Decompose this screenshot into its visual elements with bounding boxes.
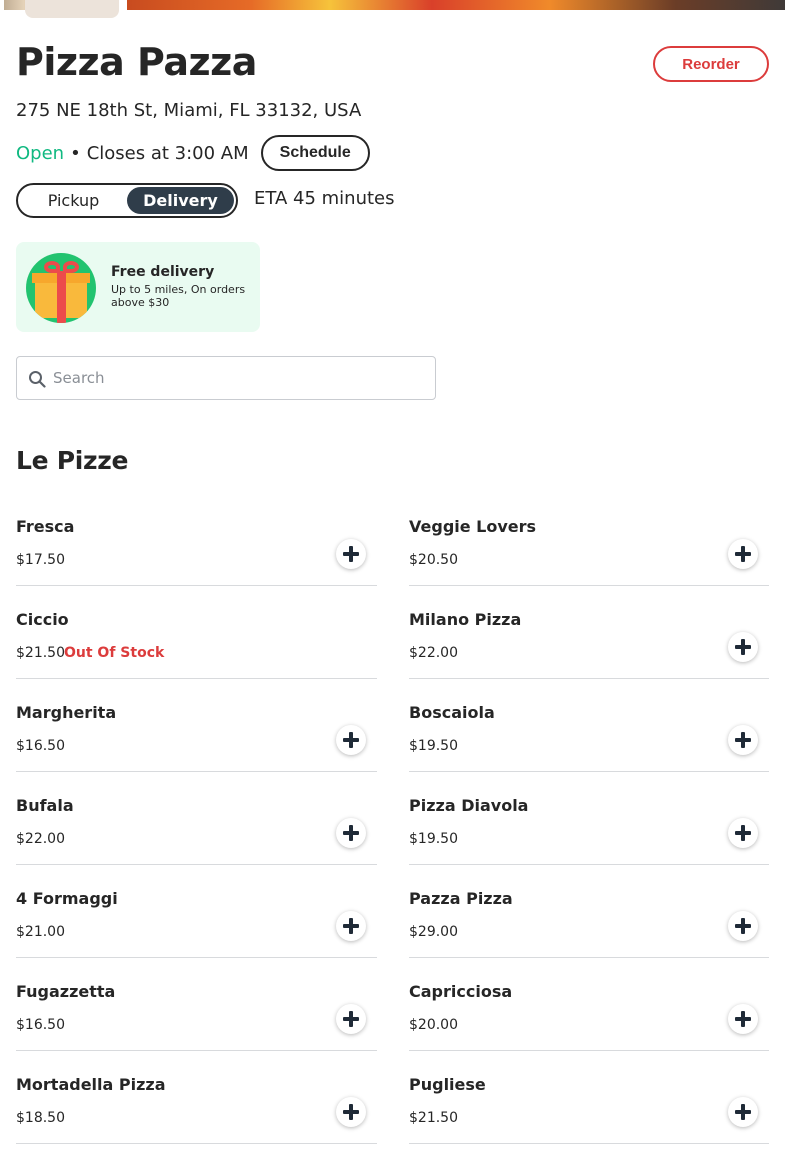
menu-item[interactable]: Pugliese $21.50: [409, 1051, 769, 1144]
page-title: Pizza Pazza: [16, 40, 257, 84]
menu-item-price: $22.00: [16, 831, 65, 847]
promo-title: Free delivery: [111, 264, 215, 280]
pickup-option[interactable]: Pickup: [20, 187, 127, 214]
menu-item-price: $17.50: [16, 552, 65, 568]
menu-item-price: $18.50: [16, 1110, 65, 1126]
fulfillment-toggle: Pickup Delivery: [16, 183, 238, 218]
menu-item-name: Boscaiola: [409, 703, 495, 722]
plus-icon: [735, 1011, 751, 1027]
gift-icon: [26, 253, 96, 323]
menu-item[interactable]: Pazza Pizza $29.00: [409, 865, 769, 958]
menu-item-price: $16.50: [16, 1017, 65, 1033]
plus-icon: [735, 825, 751, 841]
search-box: [16, 356, 436, 400]
add-to-cart-button[interactable]: [728, 1004, 758, 1034]
reorder-button[interactable]: Reorder: [653, 46, 769, 82]
menu-item-name: Fresca: [16, 517, 75, 536]
menu-item[interactable]: Mortadella Pizza $18.50: [16, 1051, 377, 1144]
menu-item-price: $19.50: [409, 738, 458, 754]
menu-item-name: Pazza Pizza: [409, 889, 513, 908]
separator-dot: •: [70, 142, 81, 164]
promo-subtitle: Up to 5 miles, On orders above $30: [111, 283, 246, 309]
banner-edge: [119, 0, 127, 10]
plus-icon: [735, 918, 751, 934]
menu-item[interactable]: Pizza Diavola $19.50: [409, 772, 769, 865]
closing-time: Closes at 3:00 AM: [86, 142, 249, 164]
menu-item[interactable]: Ciccio $21.50 Out Of Stock: [16, 586, 377, 679]
menu-grid: Fresca $17.50 Veggie Lovers $20.50 Ciccio $21…: [16, 493, 769, 1144]
plus-icon: [735, 1104, 751, 1120]
menu-item-price: $20.00: [409, 1017, 458, 1033]
plus-icon: [343, 732, 359, 748]
menu-item-price: $16.50: [16, 738, 65, 754]
menu-item[interactable]: Boscaiola $19.50: [409, 679, 769, 772]
plus-icon: [735, 639, 751, 655]
add-to-cart-button[interactable]: [336, 818, 366, 848]
open-status: Open: [16, 142, 65, 164]
menu-item-name: Pizza Diavola: [409, 796, 529, 815]
add-to-cart-button[interactable]: [336, 1097, 366, 1127]
plus-icon: [343, 1104, 359, 1120]
add-to-cart-button[interactable]: [728, 632, 758, 662]
menu-item-name: Capricciosa: [409, 982, 513, 1001]
restaurant-address: 275 NE 18th St, Miami, FL 33132, USA: [16, 100, 362, 121]
menu-item-price: $29.00: [409, 924, 458, 940]
plus-icon: [343, 1011, 359, 1027]
out-of-stock-badge: Out Of Stock: [64, 645, 165, 661]
menu-item[interactable]: Capricciosa $20.00: [409, 958, 769, 1051]
banner-edge: [0, 0, 4, 10]
menu-item[interactable]: Fresca $17.50: [16, 493, 377, 586]
plus-icon: [735, 732, 751, 748]
menu-item[interactable]: Veggie Lovers $20.50: [409, 493, 769, 586]
menu-item-name: Ciccio: [16, 610, 69, 629]
menu-item-name: Margherita: [16, 703, 117, 722]
menu-item-price: $22.00: [409, 645, 458, 661]
add-to-cart-button[interactable]: [728, 818, 758, 848]
menu-item-price: $19.50: [409, 831, 458, 847]
add-to-cart-button[interactable]: [336, 539, 366, 569]
menu-item[interactable]: Milano Pizza $22.00: [409, 586, 769, 679]
add-to-cart-button[interactable]: [728, 1097, 758, 1127]
menu-item-price: $21.00: [16, 924, 65, 940]
schedule-button[interactable]: Schedule: [260, 135, 370, 171]
restaurant-logo: [25, 0, 119, 18]
add-to-cart-button[interactable]: [336, 911, 366, 941]
menu-item-price: $21.50: [16, 645, 65, 661]
menu-item-name: Bufala: [16, 796, 74, 815]
hours-status-row: Open • Closes at 3:00 AM Schedule: [16, 135, 370, 171]
add-to-cart-button[interactable]: [728, 725, 758, 755]
add-to-cart-button[interactable]: [728, 539, 758, 569]
menu-item[interactable]: Bufala $22.00: [16, 772, 377, 865]
free-delivery-promo: Free delivery Up to 5 miles, On orders a…: [16, 242, 260, 332]
menu-section-title: Le Pizze: [16, 446, 129, 475]
add-to-cart-button[interactable]: [336, 1004, 366, 1034]
plus-icon: [343, 546, 359, 562]
menu-item-price: $20.50: [409, 552, 458, 568]
plus-icon: [343, 825, 359, 841]
menu-item[interactable]: 4 Formaggi $21.00: [16, 865, 377, 958]
delivery-option[interactable]: Delivery: [127, 187, 234, 214]
menu-item-name: Milano Pizza: [409, 610, 522, 629]
menu-item-name: Fugazzetta: [16, 982, 116, 1001]
add-to-cart-button[interactable]: [336, 725, 366, 755]
eta-label: ETA 45 minutes: [254, 188, 395, 209]
menu-item-price: $21.50: [409, 1110, 458, 1126]
menu-item[interactable]: Margherita $16.50: [16, 679, 377, 772]
search-icon: [29, 371, 46, 388]
menu-item-name: 4 Formaggi: [16, 889, 118, 908]
menu-item-name: Pugliese: [409, 1075, 486, 1094]
menu-item[interactable]: Fugazzetta $16.50: [16, 958, 377, 1051]
add-to-cart-button[interactable]: [728, 911, 758, 941]
menu-item-name: Veggie Lovers: [409, 517, 537, 536]
search-input[interactable]: [53, 357, 423, 399]
plus-icon: [343, 918, 359, 934]
menu-item-name: Mortadella Pizza: [16, 1075, 166, 1094]
plus-icon: [735, 546, 751, 562]
